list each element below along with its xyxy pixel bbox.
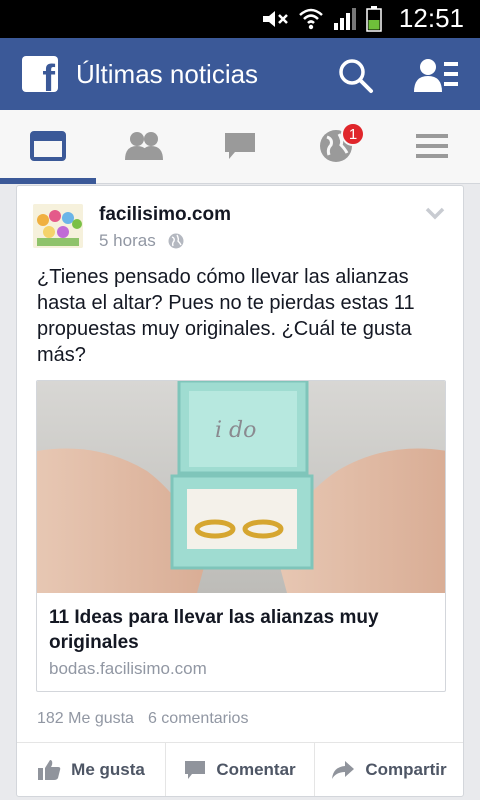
comments-count[interactable]: 6 comentarios xyxy=(148,710,249,728)
tab-messages[interactable] xyxy=(192,110,288,182)
menu-icon xyxy=(416,134,448,158)
friends-icon xyxy=(125,132,163,160)
link-domain: bodas.facilisimo.com xyxy=(49,659,207,678)
signal-icon xyxy=(334,8,356,30)
tab-bar: 1 xyxy=(0,110,480,184)
battery-icon xyxy=(366,6,382,32)
chevron-down-icon[interactable] xyxy=(423,204,447,222)
tab-friends[interactable] xyxy=(96,110,192,182)
comment-label: Comentar xyxy=(216,759,296,779)
tab-more[interactable] xyxy=(384,110,480,182)
wifi-icon xyxy=(299,8,323,30)
facebook-logo-icon[interactable]: f xyxy=(22,56,58,92)
tab-news-feed[interactable] xyxy=(0,110,96,184)
globe-icon xyxy=(168,233,184,249)
chat-icon xyxy=(225,133,255,159)
link-image[interactable]: i do xyxy=(37,381,446,593)
status-icons xyxy=(260,6,382,32)
post-time[interactable]: 5 horas xyxy=(99,231,156,251)
image-caption: i do xyxy=(215,418,256,443)
search-icon[interactable] xyxy=(336,56,376,96)
like-label: Me gusta xyxy=(71,759,145,779)
post-actions: Me gusta Comentar Compartir xyxy=(17,742,463,796)
tab-notifications[interactable]: 1 xyxy=(288,110,384,182)
page-name[interactable]: facilisimo.com xyxy=(99,204,231,226)
like-button[interactable]: Me gusta xyxy=(17,743,166,796)
share-button[interactable]: Compartir xyxy=(315,743,463,796)
app-title: Últimas noticias xyxy=(76,59,259,89)
app-bar: f Últimas noticias xyxy=(0,38,480,110)
post-meta: 5 horas xyxy=(99,231,184,251)
friend-requests-icon[interactable] xyxy=(414,56,460,96)
status-time: 12:51 xyxy=(398,3,464,33)
page-avatar[interactable] xyxy=(33,204,83,248)
share-label: Compartir xyxy=(365,759,447,779)
status-bar: 12:51 xyxy=(0,0,480,38)
share-icon xyxy=(332,760,355,779)
link-title[interactable]: 11 Ideas para llevar las alianzas muy or… xyxy=(49,605,429,655)
comment-icon xyxy=(185,760,206,779)
notification-badge: 1 xyxy=(341,122,365,146)
post-card: facilisimo.com 5 horas ¿Tienes pensado c… xyxy=(16,185,464,797)
post-text: ¿Tienes pensado cómo llevar las alianzas… xyxy=(37,266,415,366)
facilisimo-logo-icon xyxy=(33,204,83,248)
thumbs-up-icon xyxy=(38,759,61,780)
mute-icon xyxy=(263,11,288,27)
link-preview[interactable]: i do 11 Ideas para llevar las alianzas m… xyxy=(36,380,446,692)
engagement-counts: 182 Me gusta 6 comentarios xyxy=(37,710,248,728)
comment-button[interactable]: Comentar xyxy=(166,743,315,796)
likes-count[interactable]: 182 Me gusta xyxy=(37,710,134,728)
news-feed-icon xyxy=(30,131,66,161)
